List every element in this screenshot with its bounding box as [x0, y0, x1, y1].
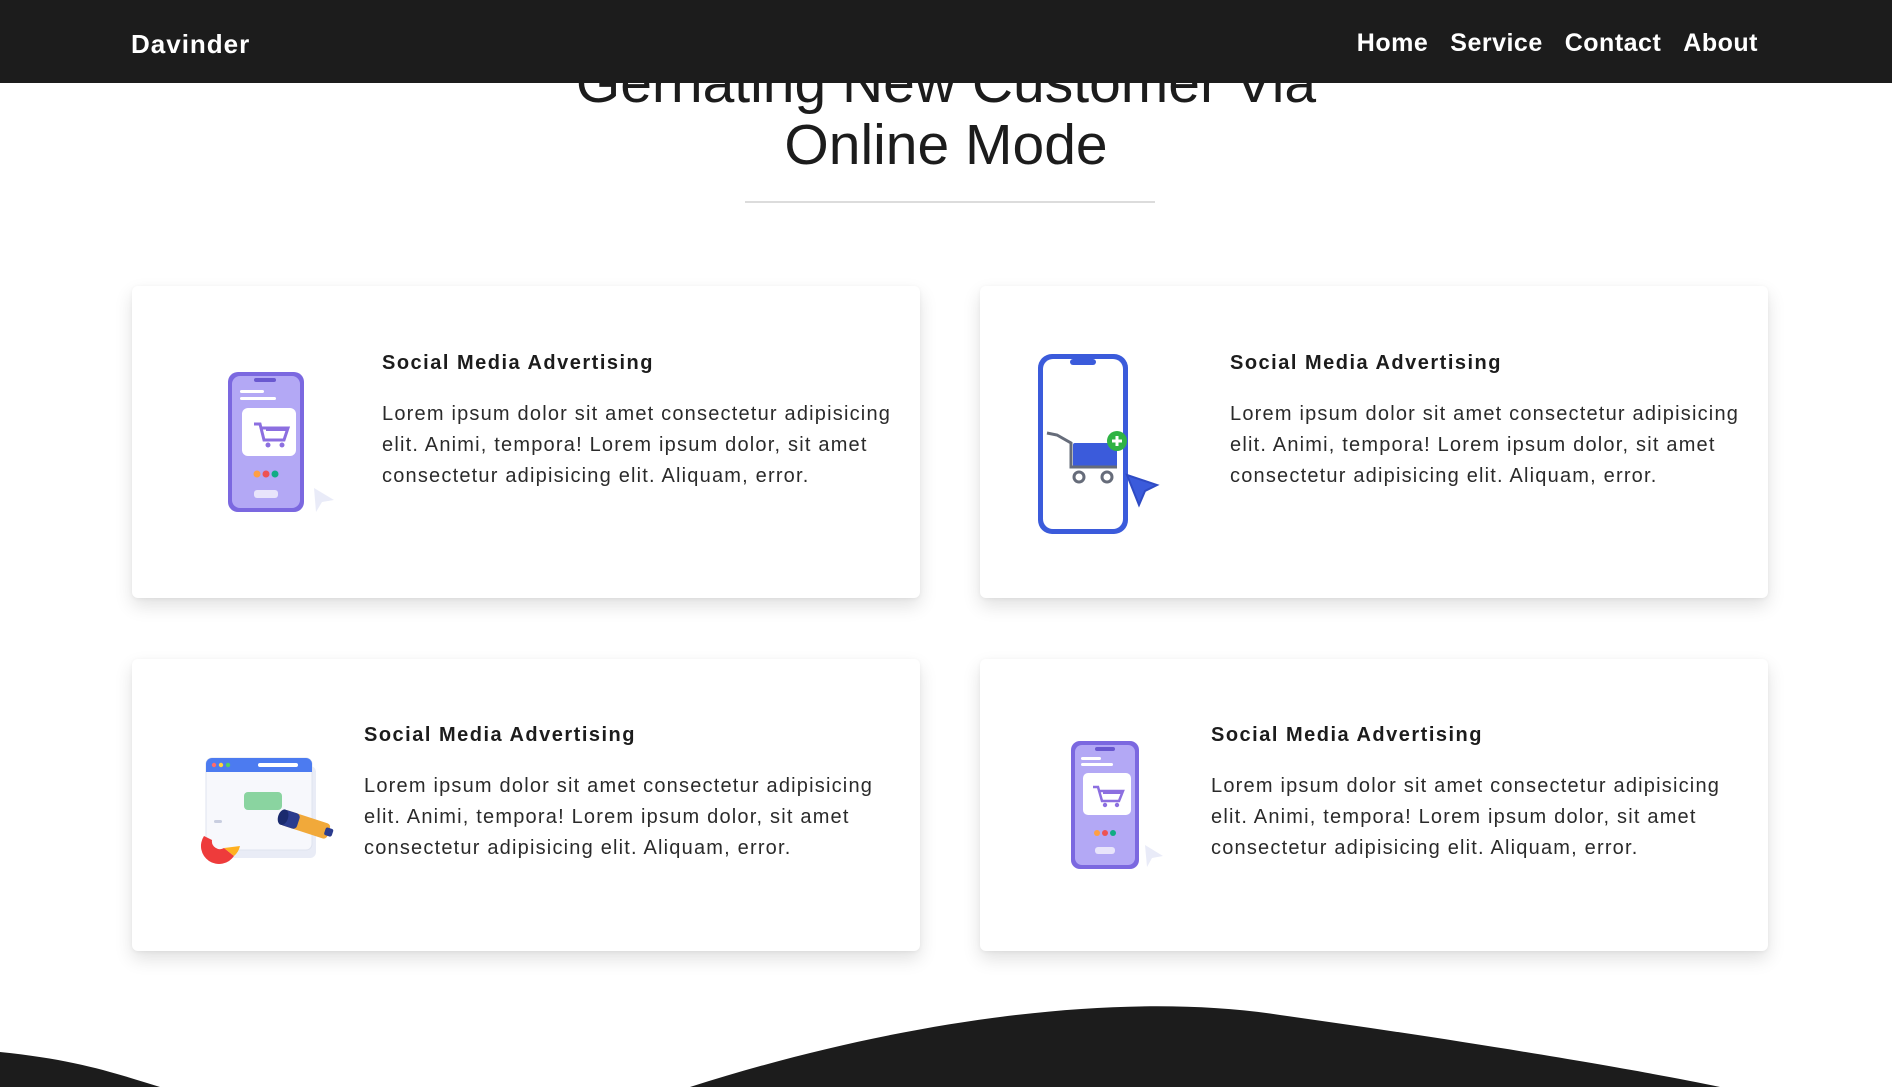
phone-cart-cursor-icon	[1035, 351, 1165, 546]
service-card-2: Social Media Advertising Lorem ipsum dol…	[980, 286, 1768, 598]
card-text: Lorem ipsum dolor sit amet consectetur a…	[1230, 403, 1740, 487]
browser-telescope-icon	[194, 744, 344, 874]
nav-links: Home Service Contact About	[1357, 29, 1758, 58]
service-card-1: Social Media Advertising Lorem ipsum dol…	[132, 286, 920, 598]
card-title: Social Media Advertising	[1230, 352, 1502, 374]
card-title: Social Media Advertising	[382, 352, 654, 374]
nav-link-contact[interactable]: Contact	[1565, 29, 1662, 58]
phone-shopping-cart-icon	[1065, 737, 1175, 882]
service-card-4: Social Media Advertising Lorem ipsum dol…	[980, 659, 1768, 951]
card-text: Lorem ipsum dolor sit amet consectetur a…	[382, 403, 892, 487]
phone-shopping-cart-icon	[222, 368, 342, 533]
section-heading-line2: Online Mode	[784, 113, 1108, 177]
card-text: Lorem ipsum dolor sit amet consectetur a…	[364, 775, 874, 859]
heading-divider	[745, 201, 1155, 203]
footer-wave	[0, 1006, 1720, 1087]
service-card-3: Social Media Advertising Lorem ipsum dol…	[132, 659, 920, 951]
nav-link-home[interactable]: Home	[1357, 29, 1428, 58]
card-title: Social Media Advertising	[364, 724, 636, 746]
card-title: Social Media Advertising	[1211, 724, 1483, 746]
card-text: Lorem ipsum dolor sit amet consectetur a…	[1211, 775, 1721, 859]
nav-link-service[interactable]: Service	[1450, 29, 1542, 58]
navbar: Davinder Home Service Contact About	[0, 0, 1892, 83]
brand-logo[interactable]: Davinder	[131, 29, 250, 60]
nav-link-about[interactable]: About	[1683, 29, 1758, 58]
